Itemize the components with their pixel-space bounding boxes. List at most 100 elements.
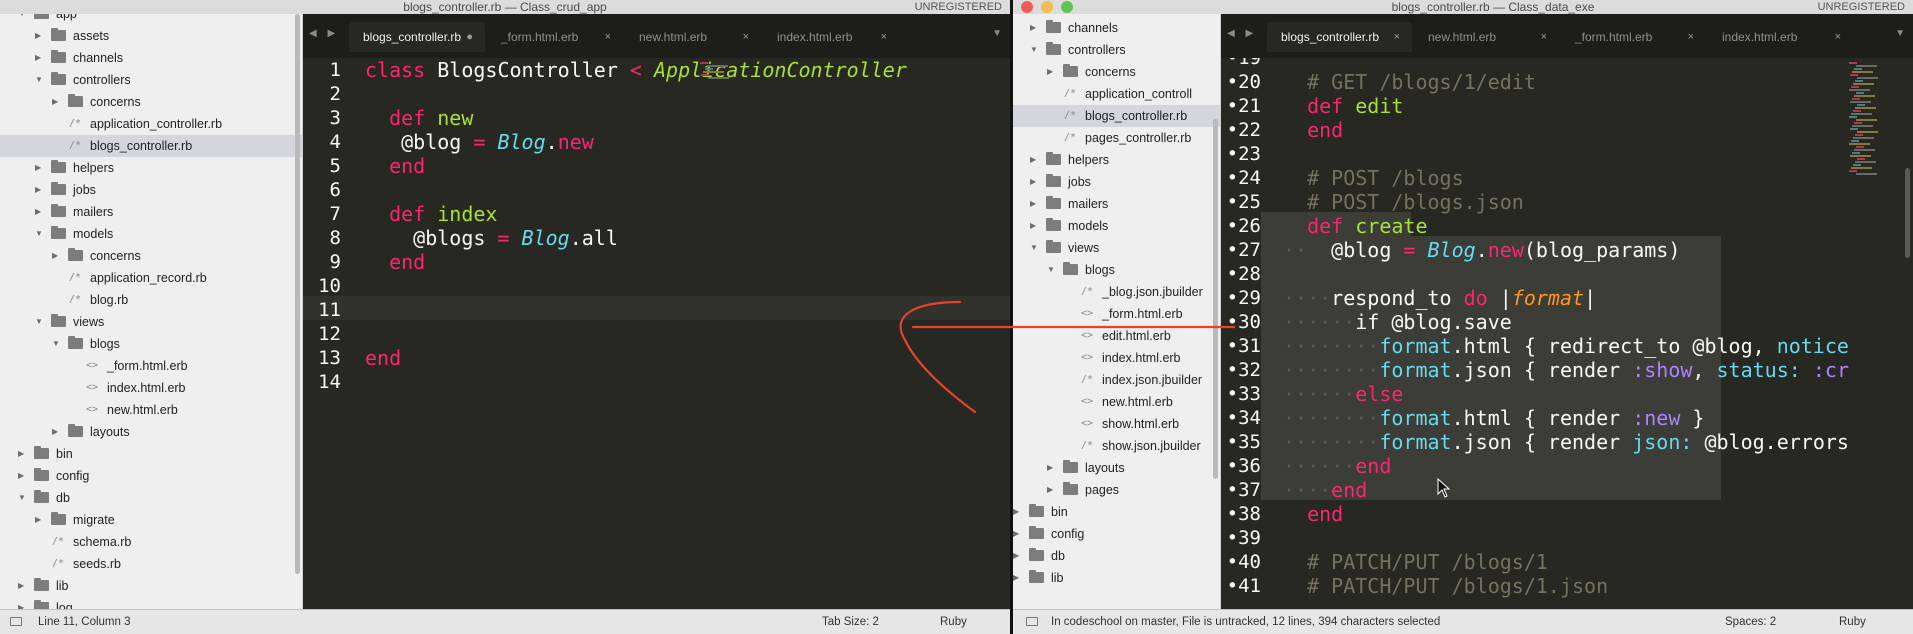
tab-nav-arrows-icon[interactable]: ◀ ▶ — [1227, 28, 1257, 39]
disclosure-closed-icon[interactable]: ▶ — [1013, 523, 1023, 545]
disclosure-open-icon[interactable]: ▼ — [35, 69, 45, 91]
disclosure-closed-icon[interactable]: ▶ — [52, 421, 62, 443]
sidebar-item-concerns[interactable]: ▶ concerns — [0, 245, 302, 267]
sidebar-item-jobs[interactable]: ▶ jobs — [0, 179, 302, 201]
disclosure-closed-icon[interactable]: ▶ — [35, 157, 45, 179]
sidebar-item-views[interactable]: ▼ views — [0, 311, 302, 333]
sidebar-item-lib[interactable]: ▶ lib — [1013, 567, 1220, 589]
sidebar-item-channels[interactable]: ▶ channels — [1013, 17, 1220, 39]
tab-nav-arrows-icon[interactable]: ◀ ▶ — [309, 28, 339, 39]
right-title-bar[interactable]: blogs_controller.rb — Class_data_exe UNR… — [1013, 0, 1913, 15]
sidebar-item-jobs[interactable]: ▶ jobs — [1013, 171, 1220, 193]
disclosure-open-icon[interactable]: ▼ — [35, 223, 45, 245]
code-minimap[interactable] — [1849, 58, 1889, 208]
sidebar-item-config[interactable]: ▶ config — [0, 465, 302, 487]
editor-scrollbar[interactable] — [1905, 168, 1910, 258]
disclosure-closed-icon[interactable]: ▶ — [35, 201, 45, 223]
sidebar-item-layouts[interactable]: ▶ layouts — [1013, 457, 1220, 479]
sidebar-item-application-record-rb[interactable]: /* application_record.rb — [0, 267, 302, 289]
close-tab-icon[interactable]: × — [1688, 22, 1694, 52]
disclosure-open-icon[interactable]: ▼ — [1030, 237, 1040, 259]
sidebar-item--blog-json-jbuilder[interactable]: /* _blog.json.jbuilder — [1013, 281, 1220, 303]
sidebar-item-pages[interactable]: ▶ pages — [1013, 479, 1220, 501]
sidebar-item-seeds-rb[interactable]: /* seeds.rb — [0, 553, 302, 575]
tab-new-html-erb[interactable]: new.html.erb × — [625, 22, 761, 52]
disclosure-closed-icon[interactable]: ▶ — [1047, 479, 1057, 501]
disclosure-closed-icon[interactable]: ▶ — [35, 509, 45, 531]
disclosure-closed-icon[interactable]: ▶ — [35, 179, 45, 201]
sidebar-item-db[interactable]: ▼ db — [0, 487, 302, 509]
disclosure-closed-icon[interactable]: ▶ — [1013, 567, 1023, 589]
disclosure-closed-icon[interactable]: ▶ — [1030, 17, 1040, 39]
disclosure-open-icon[interactable]: ▼ — [52, 333, 62, 355]
sidebar-item-models[interactable]: ▶ models — [1013, 215, 1220, 237]
sidebar-item-controllers[interactable]: ▼ controllers — [0, 69, 302, 91]
disclosure-closed-icon[interactable]: ▶ — [1030, 171, 1040, 193]
sidebar-item-mailers[interactable]: ▶ mailers — [0, 201, 302, 223]
unsaved-dot-icon[interactable]: ● — [466, 22, 473, 52]
tab--form-html-erb[interactable]: _form.html.erb × — [487, 22, 623, 52]
sidebar-item-models[interactable]: ▼ models — [0, 223, 302, 245]
disclosure-closed-icon[interactable]: ▶ — [52, 91, 62, 113]
sidebar-item-new-html-erb[interactable]: <> new.html.erb — [0, 399, 302, 421]
disclosure-open-icon[interactable]: ▼ — [1030, 39, 1040, 61]
sidebar-item-bin[interactable]: ▶ bin — [0, 443, 302, 465]
right-code-editor[interactable]: •19 •20 •21 •22 •23 •24 •25 •26 •27 •28 •29 •30 •31 •… — [1221, 58, 1913, 610]
sidebar-item-concerns[interactable]: ▶ concerns — [0, 91, 302, 113]
sidebar-item-bin[interactable]: ▶ bin — [1013, 501, 1220, 523]
sidebar-item-new-html-erb[interactable]: <> new.html.erb — [1013, 391, 1220, 413]
minimize-window-icon[interactable] — [1041, 1, 1053, 13]
close-tab-icon[interactable]: × — [743, 22, 749, 52]
sidebar-item-mailers[interactable]: ▶ mailers — [1013, 193, 1220, 215]
tab-menu-chevron-down-icon[interactable]: ▼ — [992, 28, 1002, 39]
disclosure-closed-icon[interactable]: ▶ — [1030, 215, 1040, 237]
panel-toggle-icon[interactable] — [1026, 617, 1038, 626]
disclosure-closed-icon[interactable]: ▶ — [52, 245, 62, 267]
sidebar-item-pages-controller-rb[interactable]: /* pages_controller.rb — [1013, 127, 1220, 149]
left-code-editor[interactable]: 1 2 3 4 5 6 7 8 9 10 11 12 13 14 class BlogsController… — [303, 58, 1010, 610]
sidebar-item-blogs[interactable]: ▼ blogs — [0, 333, 302, 355]
disclosure-open-icon[interactable]: ▼ — [18, 14, 28, 25]
sidebar-item-helpers[interactable]: ▶ helpers — [0, 157, 302, 179]
disclosure-closed-icon[interactable]: ▶ — [1013, 545, 1023, 567]
disclosure-closed-icon[interactable]: ▶ — [35, 25, 45, 47]
sidebar-item-controllers[interactable]: ▼ controllers — [1013, 39, 1220, 61]
sidebar-item-blogs-controller-rb[interactable]: /* blogs_controller.rb — [0, 135, 302, 157]
tab-blogs-controller-rb[interactable]: blogs_controller.rb ● — [349, 22, 485, 52]
sidebar-item-helpers[interactable]: ▶ helpers — [1013, 149, 1220, 171]
left-tab-size[interactable]: Tab Size: 2 — [822, 610, 879, 634]
disclosure-closed-icon[interactable]: ▶ — [18, 465, 28, 487]
tab--form-html-erb[interactable]: _form.html.erb × — [1561, 22, 1706, 52]
zoom-window-icon[interactable] — [1061, 1, 1073, 13]
sidebar-item-blogs-controller-rb[interactable]: /* blogs_controller.rb — [1013, 105, 1220, 127]
right-syntax-mode[interactable]: Ruby — [1839, 610, 1866, 634]
sidebar-item-show-html-erb[interactable]: <> show.html.erb — [1013, 413, 1220, 435]
disclosure-open-icon[interactable]: ▼ — [35, 311, 45, 333]
sidebar-item-show-json-jbuilder[interactable]: /* show.json.jbuilder — [1013, 435, 1220, 457]
disclosure-closed-icon[interactable]: ▶ — [1047, 457, 1057, 479]
sidebar-item--form-html-erb[interactable]: <> _form.html.erb — [0, 355, 302, 377]
sidebar-item-schema-rb[interactable]: /* schema.rb — [0, 531, 302, 553]
close-tab-icon[interactable]: × — [881, 22, 887, 52]
sidebar-item-index-html-erb[interactable]: <> index.html.erb — [1013, 347, 1220, 369]
sidebar-item-lib[interactable]: ▶ lib — [0, 575, 302, 597]
sidebar-scrollbar[interactable] — [295, 14, 300, 574]
sidebar-item-index-json-jbuilder[interactable]: /* index.json.jbuilder — [1013, 369, 1220, 391]
sidebar-item-migrate[interactable]: ▶ migrate — [0, 509, 302, 531]
sidebar-item-blogs[interactable]: ▼ blogs — [1013, 259, 1220, 281]
close-tab-icon[interactable]: × — [1541, 22, 1547, 52]
sidebar-item-application-controll[interactable]: /* application_controll — [1013, 83, 1220, 105]
sidebar-item-blog-rb[interactable]: /* blog.rb — [0, 289, 302, 311]
sidebar-item-layouts[interactable]: ▶ layouts — [0, 421, 302, 443]
disclosure-closed-icon[interactable]: ▶ — [35, 47, 45, 69]
sidebar-item-index-html-erb[interactable]: <> index.html.erb — [0, 377, 302, 399]
close-window-icon[interactable] — [1021, 1, 1033, 13]
disclosure-closed-icon[interactable]: ▶ — [18, 443, 28, 465]
sidebar-item-application-controller-rb[interactable]: /* application_controller.rb — [0, 113, 302, 135]
right-indent-spaces[interactable]: Spaces: 2 — [1725, 610, 1776, 634]
sidebar-item-app[interactable]: ▼ app — [0, 14, 302, 25]
tab-menu-chevron-down-icon[interactable]: ▼ — [1895, 28, 1905, 39]
tab-new-html-erb[interactable]: new.html.erb × — [1414, 22, 1559, 52]
tab-index-html-erb[interactable]: index.html.erb × — [763, 22, 899, 52]
disclosure-closed-icon[interactable]: ▶ — [1030, 149, 1040, 171]
